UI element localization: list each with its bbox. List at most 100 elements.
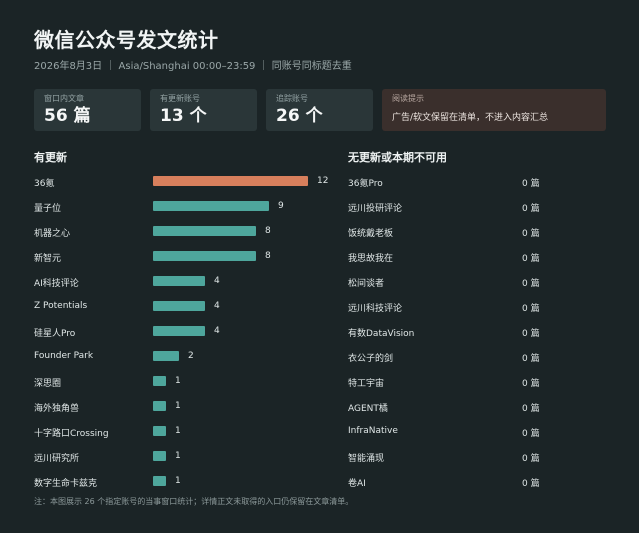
- count-bar: [153, 201, 269, 211]
- list-item: 机器之心 8: [34, 223, 334, 248]
- section-title-updated: 有更新: [34, 151, 67, 164]
- article-count: 4: [214, 326, 220, 336]
- account-name: 远川研究所: [34, 454, 80, 464]
- list-item: 远川科技评论 0 篇: [348, 298, 548, 323]
- account-name: 硅星人Pro: [34, 329, 76, 339]
- account-name: 特工宇宙: [348, 379, 385, 389]
- card-tracked-accounts: 追踪账号 26 个: [266, 89, 373, 131]
- count-bar: [153, 351, 179, 361]
- article-count: 0 篇: [522, 254, 540, 264]
- article-count: 0 篇: [522, 329, 540, 339]
- account-name: 智能涌现: [348, 454, 385, 464]
- card-label: 追踪账号: [276, 94, 308, 103]
- page-title: 微信公众号发文统计: [34, 28, 219, 52]
- account-name: 我思故我在: [348, 254, 394, 264]
- card-label: 阅读提示: [392, 94, 424, 103]
- card-label: 窗口内文章: [44, 94, 84, 103]
- article-count: 8: [265, 226, 271, 236]
- article-count: 0 篇: [522, 279, 540, 289]
- article-count: 0 篇: [522, 229, 540, 239]
- count-bar: [153, 451, 166, 461]
- article-count: 9: [278, 201, 284, 211]
- article-count: 0 篇: [522, 404, 540, 414]
- article-count: 0 篇: [522, 454, 540, 464]
- account-name: 饭统戴老板: [348, 229, 394, 239]
- account-name: Z Potentials: [34, 301, 88, 311]
- list-item: 松间谈者 0 篇: [348, 273, 548, 298]
- article-count: 4: [214, 301, 220, 311]
- list-item: Founder Park 2: [34, 348, 334, 373]
- page-subtitle: 2026年8月3日 ｜ Asia/Shanghai 00:00–23:59 ｜ …: [34, 61, 352, 72]
- account-name: 新智元: [34, 254, 62, 264]
- article-count: 1: [175, 376, 181, 386]
- count-bar: [153, 376, 166, 386]
- count-bar: [153, 476, 166, 486]
- list-item: 有数DataVision 0 篇: [348, 323, 548, 348]
- list-item: 海外独角兽 1: [34, 398, 334, 423]
- account-name: 衣公子的剑: [348, 354, 394, 364]
- article-count: 1: [175, 476, 181, 486]
- count-bar: [153, 251, 256, 261]
- card-updated-accounts: 有更新账号 13 个: [150, 89, 257, 131]
- list-item: 衣公子的剑 0 篇: [348, 348, 548, 373]
- card-articles: 窗口内文章 56 篇: [34, 89, 141, 131]
- summary-cards: 窗口内文章 56 篇 有更新账号 13 个 追踪账号 26 个 阅读提示 广告/…: [34, 89, 606, 131]
- account-name: 海外独角兽: [34, 404, 80, 414]
- account-name: 数字生命卡兹克: [34, 479, 98, 489]
- account-name: 卷AI: [348, 479, 366, 489]
- account-name: 深思圈: [34, 379, 62, 389]
- article-count: 2: [188, 351, 194, 361]
- updated-accounts-list: 36氪 12 量子位 9 机器之心 8 新智元 8 AI科技评论 4 Z Potentials 4 硅星…: [34, 173, 334, 498]
- list-item: 特工宇宙 0 篇: [348, 373, 548, 398]
- list-item: 新智元 8: [34, 248, 334, 273]
- section-title-no-update: 无更新或本期不可用: [348, 151, 447, 164]
- account-name: 36氪Pro: [348, 179, 383, 189]
- article-count: 4: [214, 276, 220, 286]
- count-bar: [153, 176, 308, 186]
- article-count: 0 篇: [522, 479, 540, 489]
- card-value: 56 篇: [44, 106, 91, 126]
- list-item: 智能涌现 0 篇: [348, 448, 548, 473]
- card-reading-tip: 阅读提示 广告/软文保留在清单，不进入内容汇总: [382, 89, 606, 131]
- account-name: 松间谈者: [348, 279, 385, 289]
- list-item: 量子位 9: [34, 198, 334, 223]
- count-bar: [153, 276, 205, 286]
- list-item: Z Potentials 4: [34, 298, 334, 323]
- article-count: 8: [265, 251, 271, 261]
- list-item: 卷AI 0 篇: [348, 473, 548, 498]
- article-count: 0 篇: [522, 179, 540, 189]
- list-item: 36氪Pro 0 篇: [348, 173, 548, 198]
- article-count: 0 篇: [522, 379, 540, 389]
- count-bar: [153, 226, 256, 236]
- count-bar: [153, 426, 166, 436]
- account-name: 远川投研评论: [348, 204, 403, 214]
- list-item: AI科技评论 4: [34, 273, 334, 298]
- count-bar: [153, 326, 205, 336]
- count-bar: [153, 301, 205, 311]
- account-name: Founder Park: [34, 351, 94, 361]
- list-item: 我思故我在 0 篇: [348, 248, 548, 273]
- account-name: AI科技评论: [34, 279, 79, 289]
- no-update-accounts-list: 36氪Pro 0 篇远川投研评论 0 篇饭统戴老板 0 篇我思故我在 0 篇松间谈者 0 …: [348, 173, 548, 498]
- article-count: 0 篇: [522, 429, 540, 439]
- list-item: 远川投研评论 0 篇: [348, 198, 548, 223]
- card-value: 26 个: [276, 106, 323, 126]
- list-item: 远川研究所 1: [34, 448, 334, 473]
- list-item: 十字路口Crossing 1: [34, 423, 334, 448]
- article-count: 1: [175, 451, 181, 461]
- account-name: 十字路口Crossing: [34, 429, 109, 439]
- account-name: 有数DataVision: [348, 329, 415, 339]
- account-name: InfraNative: [348, 426, 398, 436]
- article-count: 12: [317, 176, 329, 186]
- article-count: 1: [175, 426, 181, 436]
- list-item: 饭统戴老板 0 篇: [348, 223, 548, 248]
- account-name: AGENT橘: [348, 404, 388, 414]
- article-count: 0 篇: [522, 354, 540, 364]
- count-bar: [153, 401, 166, 411]
- account-name: 36氪: [34, 179, 55, 189]
- list-item: 36氪 12: [34, 173, 334, 198]
- account-name: 量子位: [34, 204, 62, 214]
- card-label: 有更新账号: [160, 94, 200, 103]
- list-item: 硅星人Pro 4: [34, 323, 334, 348]
- list-item: AGENT橘 0 篇: [348, 398, 548, 423]
